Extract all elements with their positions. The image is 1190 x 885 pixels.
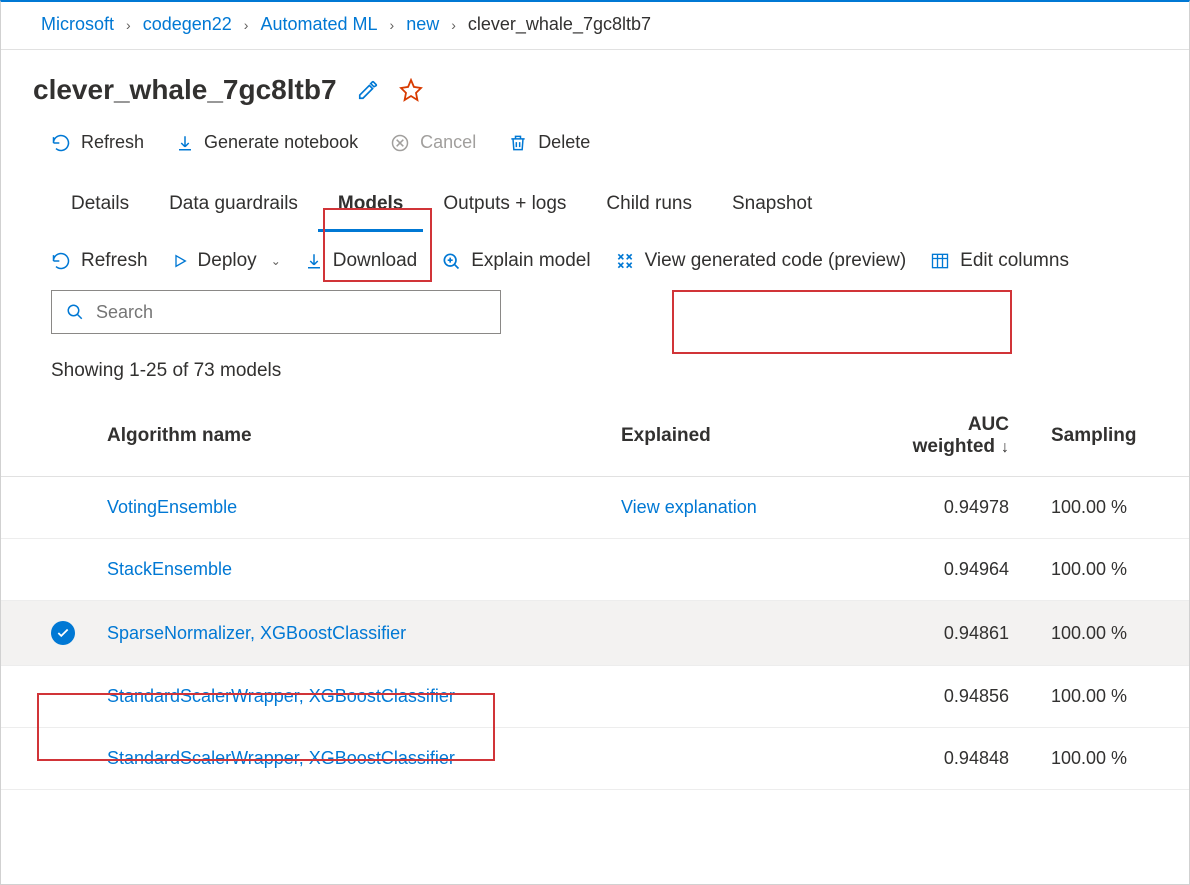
sampling-value: 100.00 % (1039, 539, 1189, 601)
deploy-label: Deploy (198, 250, 257, 272)
auc-value: 0.94848 (869, 728, 1039, 790)
download-label: Download (333, 250, 418, 272)
refresh-button[interactable]: Refresh (51, 132, 144, 153)
tab-snapshot[interactable]: Snapshot (712, 187, 832, 232)
breadcrumb-current: clever_whale_7gc8ltb7 (468, 14, 651, 35)
sampling-value: 100.00 % (1039, 666, 1189, 728)
table-row[interactable]: StackEnsemble 0.94964100.00 % (1, 539, 1189, 601)
checkmark-icon (51, 621, 75, 645)
table-row[interactable]: VotingEnsemble View explanation 0.94978100… (1, 477, 1189, 539)
algorithm-link[interactable]: StandardScalerWrapper, XGBoostClassifier (107, 686, 455, 706)
algorithm-link[interactable]: VotingEnsemble (107, 497, 237, 517)
table-row[interactable]: StandardScalerWrapper, XGBoostClassifier… (1, 728, 1189, 790)
results-count: Showing 1-25 of 73 models (1, 344, 1189, 396)
auc-value: 0.94861 (869, 601, 1039, 666)
main-toolbar: Refresh Generate notebook Cancel Delete (1, 116, 1189, 171)
view-generated-code-button[interactable]: View generated code (preview) (615, 250, 907, 272)
models-toolbar: Refresh Deploy ⌄ Download Explain model … (1, 232, 1189, 280)
deploy-button[interactable]: Deploy ⌄ (172, 250, 281, 272)
search-input-wrapper[interactable] (51, 290, 501, 334)
col-algorithm[interactable]: Algorithm name (91, 396, 609, 477)
breadcrumb: Microsoft › codegen22 › Automated ML › n… (1, 2, 1189, 50)
refresh-label: Refresh (81, 132, 144, 153)
editcols-label: Edit columns (960, 250, 1069, 272)
chevron-right-icon: › (126, 17, 131, 33)
auc-value: 0.94856 (869, 666, 1039, 728)
delete-button[interactable]: Delete (508, 132, 590, 153)
algorithm-link[interactable]: SparseNormalizer, XGBoostClassifier (107, 623, 406, 643)
search-input[interactable] (94, 301, 486, 324)
tab-guardrails[interactable]: Data guardrails (149, 187, 318, 232)
breadcrumb-link[interactable]: codegen22 (143, 14, 232, 35)
auc-value: 0.94978 (869, 477, 1039, 539)
table-row[interactable]: SparseNormalizer, XGBoostClassifier 0.948… (1, 601, 1189, 666)
auc-value: 0.94964 (869, 539, 1039, 601)
sort-desc-icon: ↓ (1001, 439, 1009, 456)
cancel-label: Cancel (420, 132, 476, 153)
chevron-right-icon: › (244, 17, 249, 33)
models-table: Algorithm name Explained AUC weighted↓ S… (1, 396, 1189, 790)
tab-outputs[interactable]: Outputs + logs (423, 187, 586, 232)
chevron-right-icon: › (390, 17, 395, 33)
col-auc[interactable]: AUC weighted↓ (869, 396, 1039, 477)
tab-details[interactable]: Details (51, 187, 149, 232)
edit-columns-button[interactable]: Edit columns (930, 250, 1069, 272)
sampling-value: 100.00 % (1039, 728, 1189, 790)
edit-icon[interactable] (357, 79, 379, 101)
algorithm-link[interactable]: StackEnsemble (107, 559, 232, 579)
sampling-value: 100.00 % (1039, 477, 1189, 539)
breadcrumb-link[interactable]: new (406, 14, 439, 35)
cancel-button: Cancel (390, 132, 476, 153)
refresh-models-button[interactable]: Refresh (51, 250, 148, 272)
breadcrumb-link[interactable]: Automated ML (260, 14, 377, 35)
tab-childruns[interactable]: Child runs (586, 187, 712, 232)
col-explained[interactable]: Explained (609, 396, 869, 477)
explain-label: Explain model (471, 250, 590, 272)
chevron-down-icon: ⌄ (271, 254, 281, 268)
col-sampling[interactable]: Sampling (1039, 396, 1189, 477)
sampling-value: 100.00 % (1039, 601, 1189, 666)
delete-label: Delete (538, 132, 590, 153)
generate-label: Generate notebook (204, 132, 358, 153)
chevron-right-icon: › (451, 17, 456, 33)
algorithm-link[interactable]: StandardScalerWrapper, XGBoostClassifier (107, 748, 455, 768)
breadcrumb-link[interactable]: Microsoft (41, 14, 114, 35)
search-icon (66, 303, 84, 321)
page-title: clever_whale_7gc8ltb7 (33, 74, 337, 106)
explain-model-button[interactable]: Explain model (441, 250, 590, 272)
generate-notebook-button[interactable]: Generate notebook (176, 132, 358, 153)
star-icon[interactable] (399, 78, 423, 102)
tabs: Details Data guardrails Models Outputs +… (1, 171, 1189, 232)
explanation-link[interactable]: View explanation (621, 497, 757, 517)
table-row[interactable]: StandardScalerWrapper, XGBoostClassifier… (1, 666, 1189, 728)
viewcode-label: View generated code (preview) (645, 250, 907, 272)
tab-models[interactable]: Models (318, 187, 423, 232)
refresh-models-label: Refresh (81, 250, 148, 272)
download-button[interactable]: Download (305, 250, 418, 272)
